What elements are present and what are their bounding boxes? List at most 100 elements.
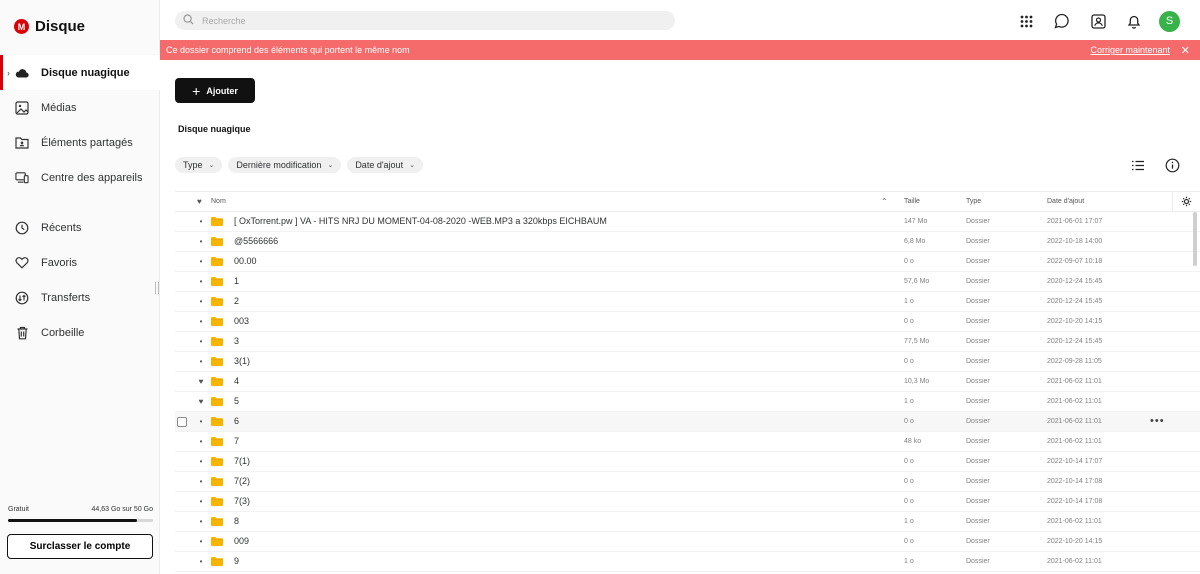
- sidebar-item-recents[interactable]: Récents: [0, 210, 160, 245]
- file-name[interactable]: 8: [234, 516, 239, 526]
- sort-ascending-icon[interactable]: ⌃: [881, 197, 888, 206]
- sidebar-item-label: Récents: [41, 221, 82, 234]
- file-name[interactable]: 1: [234, 276, 239, 286]
- sidebar-item-devices[interactable]: Centre des appareils: [0, 160, 160, 195]
- heart-icon[interactable]: ♥: [197, 397, 205, 407]
- trash-icon: [15, 326, 29, 340]
- table-row[interactable]: • 003 0 o Dossier 2022-10-20 14:15: [175, 312, 1200, 332]
- column-name[interactable]: Nom: [211, 198, 226, 205]
- table-row[interactable]: • 7 48 ko Dossier 2021-06-02 11:01: [175, 432, 1200, 452]
- favorite-dot-icon[interactable]: •: [197, 517, 205, 527]
- file-date-added: 2022-10-14 17:07: [1047, 458, 1103, 465]
- sidebar-item-media[interactable]: Médias: [0, 90, 160, 125]
- table-row[interactable]: • 6 0 o Dossier 2021-06-02 11:01 •••: [175, 412, 1200, 432]
- file-type: Dossier: [966, 478, 990, 485]
- heart-icon[interactable]: ♥: [197, 377, 205, 387]
- filter-type[interactable]: Type ⌄: [175, 157, 223, 173]
- contacts-icon[interactable]: [1087, 10, 1109, 32]
- column-type[interactable]: Type: [966, 198, 981, 205]
- file-name[interactable]: 5: [234, 396, 239, 406]
- table-row[interactable]: • 2 1 o Dossier 2020-12-24 15:45: [175, 292, 1200, 312]
- favorite-dot-icon[interactable]: •: [197, 257, 205, 267]
- app-logo[interactable]: M Disque: [14, 18, 85, 35]
- table-row[interactable]: • 00.00 0 o Dossier 2022-09-07 10:18: [175, 252, 1200, 272]
- filter-date-added[interactable]: Date d'ajout ⌄: [347, 157, 423, 173]
- file-name[interactable]: 9: [234, 556, 239, 566]
- file-name[interactable]: 7(3): [234, 496, 250, 506]
- table-row[interactable]: ♥ 4 10,3 Mo Dossier 2021-06-02 11:01: [175, 372, 1200, 392]
- favorite-dot-icon[interactable]: •: [197, 317, 205, 327]
- column-settings-button[interactable]: [1172, 191, 1200, 212]
- table-row[interactable]: • @5566666 6,8 Mo Dossier 2022-10-18 14:00: [175, 232, 1200, 252]
- file-type: Dossier: [966, 318, 990, 325]
- favorite-dot-icon[interactable]: •: [197, 477, 205, 487]
- column-date-added[interactable]: Date d'ajout: [1047, 198, 1084, 205]
- sidebar-item-cloud-drive[interactable]: › Disque nuagique: [0, 55, 160, 90]
- folder-icon: [211, 217, 223, 226]
- file-name[interactable]: 2: [234, 296, 239, 306]
- table-row[interactable]: • 009 0 o Dossier 2022-10-20 14:15: [175, 532, 1200, 552]
- user-avatar[interactable]: S: [1159, 10, 1180, 32]
- more-options-icon[interactable]: •••: [1150, 415, 1165, 427]
- favorite-dot-icon[interactable]: •: [197, 537, 205, 547]
- table-row[interactable]: • 7(1) 0 o Dossier 2022-10-14 17:07: [175, 452, 1200, 472]
- favorite-dot-icon[interactable]: •: [197, 297, 205, 307]
- cloud-icon: [15, 66, 29, 80]
- sidebar-item-favourites[interactable]: Favoris: [0, 245, 160, 280]
- file-name[interactable]: 3: [234, 336, 239, 346]
- column-size[interactable]: Taille: [904, 198, 920, 205]
- file-name[interactable]: 003: [234, 316, 249, 326]
- breadcrumb[interactable]: Disque nuagique: [178, 124, 251, 134]
- add-button[interactable]: + Ajouter: [175, 78, 255, 103]
- notifications-bell-icon[interactable]: [1123, 10, 1145, 32]
- table-row[interactable]: • 3(1) 0 o Dossier 2022-09-28 11:05: [175, 352, 1200, 372]
- table-row[interactable]: • 7(2) 0 o Dossier 2022-10-14 17:08: [175, 472, 1200, 492]
- info-icon[interactable]: [1164, 157, 1180, 173]
- search-bar[interactable]: [175, 11, 675, 30]
- favorite-dot-icon[interactable]: •: [197, 237, 205, 247]
- apps-grid-icon[interactable]: [1015, 10, 1037, 32]
- file-name[interactable]: 6: [234, 416, 239, 426]
- sidebar-item-shared[interactable]: Éléments partagés: [0, 125, 160, 160]
- file-size: 57,6 Mo: [904, 278, 930, 285]
- close-icon[interactable]: ✕: [1181, 44, 1190, 57]
- heart-icon[interactable]: ♥: [197, 197, 202, 206]
- table-row[interactable]: • 9 1 o Dossier 2021-06-02 11:01: [175, 552, 1200, 572]
- favorite-dot-icon[interactable]: •: [197, 557, 205, 567]
- favorite-dot-icon[interactable]: •: [197, 417, 205, 427]
- favorite-dot-icon[interactable]: •: [197, 277, 205, 287]
- file-name[interactable]: [ OxTorrent.pw ] VA - HITS NRJ DU MOMENT…: [234, 216, 607, 226]
- image-icon: [15, 100, 29, 115]
- upgrade-account-button[interactable]: Surclasser le compte: [7, 534, 153, 559]
- table-row[interactable]: ♥ 5 1 o Dossier 2021-06-02 11:01: [175, 392, 1200, 412]
- favorite-dot-icon[interactable]: •: [197, 437, 205, 447]
- list-view-icon[interactable]: [1130, 157, 1146, 173]
- filter-last-modified[interactable]: Dernière modification ⌄: [228, 157, 342, 173]
- file-name[interactable]: 00.00: [234, 256, 257, 266]
- favorite-dot-icon[interactable]: •: [197, 337, 205, 347]
- file-name[interactable]: @5566666: [234, 236, 278, 246]
- file-name[interactable]: 3(1): [234, 356, 250, 366]
- table-row[interactable]: • 8 1 o Dossier 2021-06-02 11:01: [175, 512, 1200, 532]
- file-name[interactable]: 7(1): [234, 456, 250, 466]
- search-input[interactable]: [202, 15, 642, 26]
- table-row[interactable]: • 1 57,6 Mo Dossier 2020-12-24 15:45: [175, 272, 1200, 292]
- table-row[interactable]: • [ OxTorrent.pw ] VA - HITS NRJ DU MOMEN…: [175, 212, 1200, 232]
- favorite-dot-icon[interactable]: •: [197, 217, 205, 227]
- sidebar-item-trash[interactable]: Corbeille: [0, 315, 160, 350]
- table-row[interactable]: • 7(3) 0 o Dossier 2022-10-14 17:08: [175, 492, 1200, 512]
- favorite-dot-icon[interactable]: •: [197, 357, 205, 367]
- chat-icon[interactable]: [1051, 10, 1073, 32]
- table-scrollbar[interactable]: [1193, 212, 1197, 266]
- sidebar-item-transfers[interactable]: Transferts: [0, 280, 160, 315]
- sidebar-resize-handle[interactable]: [155, 282, 159, 294]
- favorite-dot-icon[interactable]: •: [197, 457, 205, 467]
- file-name[interactable]: 4: [234, 376, 239, 386]
- file-name[interactable]: 7: [234, 436, 239, 446]
- row-checkbox[interactable]: [177, 417, 187, 427]
- file-name[interactable]: 7(2): [234, 476, 250, 486]
- table-row[interactable]: • 3 77,5 Mo Dossier 2020-12-24 15:45: [175, 332, 1200, 352]
- file-name[interactable]: 009: [234, 536, 249, 546]
- favorite-dot-icon[interactable]: •: [197, 497, 205, 507]
- fix-now-link[interactable]: Corriger maintenant: [1090, 45, 1170, 55]
